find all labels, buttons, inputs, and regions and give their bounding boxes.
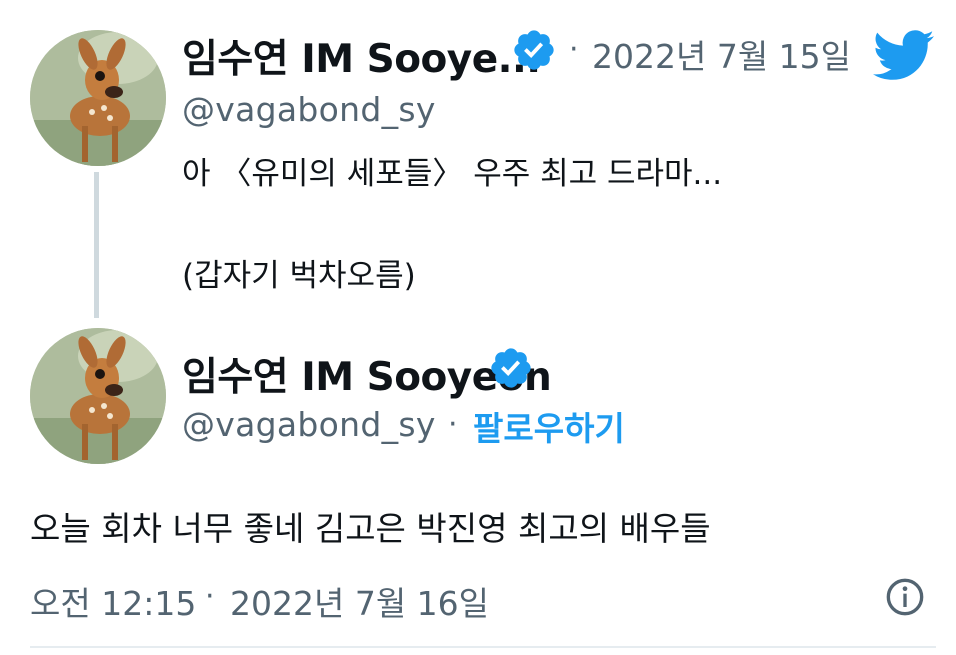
verified-badge-icon [491,348,531,388]
separator-dot: · [448,407,458,442]
display-name[interactable]: 임수연 IM Sooye... [182,28,541,84]
user-handle[interactable]: @vagabond_sy [182,90,436,129]
separator-dot: · [205,579,215,614]
tweet-date[interactable]: 2022년 7월 15일 [592,30,851,78]
avatar[interactable] [30,30,166,166]
info-icon[interactable] [885,577,925,617]
separator-dot: · [569,32,579,67]
follow-link[interactable]: 팔로우하기 [473,402,625,450]
twitter-bird-icon[interactable] [873,30,935,82]
tweet-timestamp-time[interactable]: 오전 12:15 [30,577,196,625]
tweet-text-line: (갑자기 벅차오름) [182,258,416,294]
bambi-avatar-image [30,30,166,166]
tweet-text: 오늘 회차 너무 좋네 김고은 박진영 최고의 배우들 [30,509,711,548]
user-handle[interactable]: @vagabond_sy [182,405,436,444]
bambi-avatar-image [30,328,166,464]
divider [30,646,936,648]
avatar[interactable] [30,328,166,464]
tweet-text-line: 아 〈유미의 세포들〉 우주 최고 드라마... [182,156,723,192]
tweet-timestamp-date[interactable]: 2022년 7월 16일 [230,577,489,625]
verified-badge-icon [514,30,554,70]
thread-connector-line [94,172,99,318]
